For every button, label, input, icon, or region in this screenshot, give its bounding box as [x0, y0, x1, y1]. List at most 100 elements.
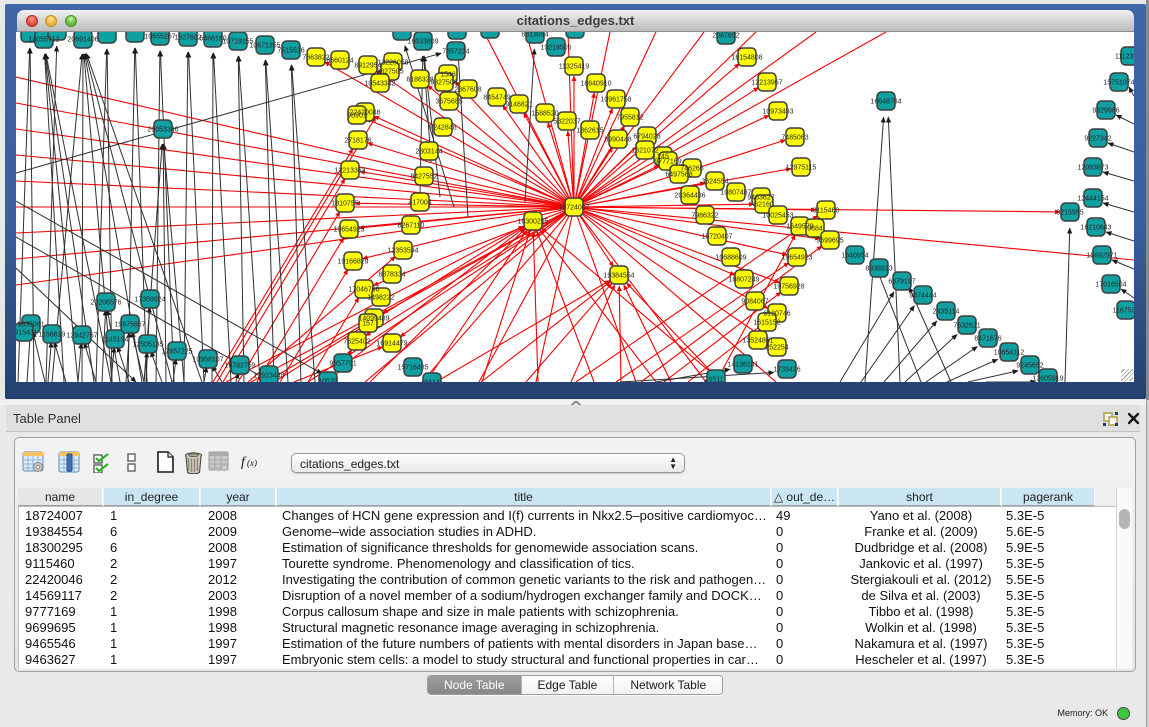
svg-text:16782759: 16782759 — [224, 363, 255, 370]
svg-text:12353594: 12353594 — [387, 248, 418, 255]
svg-text:9329966: 9329966 — [1092, 108, 1119, 115]
svg-text:1621072: 1621072 — [631, 148, 658, 155]
svg-text:1527602: 1527602 — [174, 35, 201, 42]
svg-text:3675685: 3675685 — [435, 99, 462, 106]
svg-text:2867608: 2867608 — [454, 87, 481, 94]
svg-text:18724007: 18724007 — [558, 205, 589, 212]
svg-text:9511: 9511 — [708, 377, 723, 383]
svg-text:9463627: 9463627 — [747, 195, 774, 202]
svg-text:1167533: 1167533 — [1113, 308, 1134, 315]
svg-text:2087652: 2087652 — [712, 33, 739, 40]
svg-text:5322037: 5322037 — [553, 119, 580, 126]
svg-text:10025453: 10025453 — [762, 213, 793, 220]
svg-text:6120746: 6120746 — [763, 311, 790, 318]
svg-text:15716485: 15716485 — [397, 365, 428, 372]
svg-text:19975867: 19975867 — [114, 322, 145, 329]
svg-text:7515526: 7515526 — [277, 48, 304, 55]
svg-text:14136141: 14136141 — [727, 362, 758, 369]
svg-text:12505135: 12505135 — [132, 342, 163, 349]
svg-text:12213967: 12213967 — [751, 80, 782, 87]
svg-text:18807249: 18807249 — [728, 277, 759, 284]
svg-text:17046766: 17046766 — [348, 287, 379, 294]
svg-text:9657791: 9657791 — [329, 361, 356, 368]
svg-text:16914479: 16914479 — [376, 341, 407, 348]
svg-text:1546: 1546 — [440, 72, 456, 79]
svg-text:9242848: 9242848 — [429, 125, 456, 132]
svg-text:8813054: 8813054 — [521, 32, 548, 39]
svg-text:10958107: 10958107 — [192, 357, 223, 364]
svg-text:6794028: 6794028 — [633, 134, 660, 141]
svg-text:12093873: 12093873 — [1077, 165, 1108, 172]
svg-text:20206576: 20206576 — [90, 300, 121, 307]
svg-text:8660124: 8660124 — [326, 58, 353, 65]
svg-text:11123357: 11123357 — [1115, 54, 1134, 61]
svg-text:62160: 62160 — [754, 202, 774, 209]
svg-text:15751074: 15751074 — [1103, 80, 1134, 87]
svg-text:1810755: 1810755 — [331, 201, 358, 208]
svg-text:19654923: 19654923 — [333, 227, 364, 234]
svg-text:12942757: 12942757 — [66, 333, 97, 340]
svg-text:9146821: 9146821 — [505, 102, 532, 109]
svg-text:10973493: 10973493 — [762, 109, 793, 116]
svg-text:8454749: 8454749 — [483, 95, 510, 102]
svg-text:9699695: 9699695 — [816, 238, 843, 245]
svg-text:16210643: 16210643 — [1080, 225, 1111, 232]
svg-text:7632621: 7632621 — [953, 323, 980, 330]
svg-text:7357224: 7357224 — [442, 49, 469, 56]
svg-text:9084067: 9084067 — [741, 299, 768, 306]
svg-text:7955812: 7955812 — [616, 115, 643, 122]
svg-text:11325419: 11325419 — [559, 64, 590, 71]
svg-text:9115460: 9115460 — [813, 208, 840, 215]
svg-text:2718176: 2718176 — [344, 138, 371, 145]
svg-text:12605919: 12605919 — [1032, 376, 1063, 383]
svg-text:17016504: 17016504 — [1095, 282, 1126, 289]
svg-text:7986322: 7986322 — [691, 213, 718, 220]
svg-text:19384554: 19384554 — [603, 273, 634, 280]
svg-text:1156819: 1156819 — [39, 332, 66, 339]
svg-text:16033809: 16033809 — [407, 39, 438, 46]
svg-text:8990448: 8990448 — [604, 137, 631, 144]
svg-text:9474444: 9474444 — [909, 293, 936, 300]
svg-text:9245652: 9245652 — [1016, 363, 1043, 370]
svg-text:19218506: 19218506 — [540, 45, 571, 52]
svg-text:10654112: 10654112 — [994, 350, 1025, 357]
svg-text:8471676: 8471676 — [974, 336, 1001, 343]
svg-text:10671355: 10671355 — [249, 43, 280, 50]
svg-text:9777169: 9777169 — [654, 159, 681, 166]
svg-text:8427552: 8427552 — [410, 174, 437, 181]
svg-text:8878334: 8878334 — [378, 272, 405, 279]
svg-text:6879197: 6879197 — [888, 279, 915, 286]
svg-text:12923448: 12923448 — [253, 373, 284, 380]
svg-text:1615152: 1615152 — [753, 320, 780, 327]
svg-text:20691406: 20691406 — [67, 37, 98, 44]
svg-text:12213363: 12213363 — [334, 168, 365, 175]
svg-text:12975115: 12975115 — [786, 165, 817, 172]
svg-text:3624554: 3624554 — [701, 179, 728, 186]
svg-text:3915411: 3915411 — [16, 330, 37, 337]
svg-text:8215955: 8215955 — [1056, 210, 1083, 217]
svg-text:19756928: 19756928 — [773, 284, 804, 291]
svg-text:417004: 417004 — [408, 200, 431, 207]
svg-text:9327508: 9327508 — [430, 80, 457, 87]
svg-text:10529: 10529 — [318, 379, 338, 383]
svg-text:17359924: 17359924 — [134, 297, 165, 304]
svg-text:157: 157 — [362, 321, 374, 328]
svg-text:18300295: 18300295 — [517, 219, 548, 226]
svg-text:6497568: 6497568 — [665, 172, 692, 179]
svg-text:9227342: 9227342 — [1084, 136, 1111, 143]
svg-text:16154808: 16154808 — [731, 55, 762, 62]
svg-text:10688609: 10688609 — [715, 255, 746, 262]
svg-text:13524851: 13524851 — [742, 338, 773, 345]
svg-text:8267110: 8267110 — [398, 223, 425, 230]
svg-text:1145194: 1145194 — [102, 337, 129, 344]
svg-text:14055712: 14055712 — [28, 37, 59, 44]
svg-text:252254: 252254 — [765, 345, 788, 352]
svg-text:8938923: 8938923 — [865, 266, 892, 273]
svg-text:15720407: 15720407 — [701, 234, 732, 241]
svg-text:12444154: 12444154 — [1077, 196, 1108, 203]
svg-text:10543342: 10543342 — [364, 81, 395, 88]
svg-text:1588520: 1588520 — [531, 111, 558, 118]
svg-text:2803144: 2803144 — [415, 149, 442, 156]
svg-text:1640954: 1640954 — [841, 253, 868, 260]
svg-text:1733426: 1733426 — [773, 367, 800, 374]
